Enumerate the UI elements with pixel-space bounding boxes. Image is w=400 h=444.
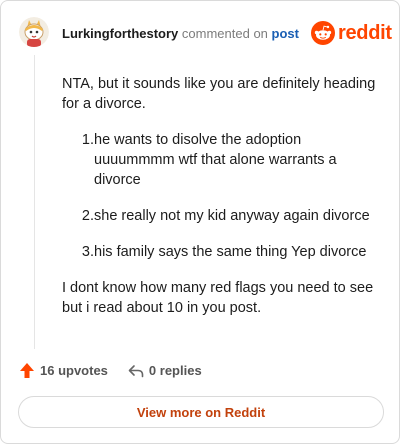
comment-list: 1. he wants to disolve the adoption uuuu…: [62, 130, 382, 262]
comment-body: NTA, but it sounds like you are definite…: [62, 74, 382, 318]
upvotes-count: 16 upvotes: [40, 363, 108, 378]
comment-header: Lurkingforthestory commented on post: [62, 26, 299, 41]
comment-intro: NTA, but it sounds like you are definite…: [62, 76, 376, 112]
replies-button[interactable]: 0 replies: [128, 363, 202, 378]
list-item: 3. his family says the same thing Yep di…: [62, 242, 382, 262]
comment-footer: 16 upvotes 0 replies: [19, 362, 202, 379]
user-avatar[interactable]: [19, 17, 49, 47]
upvote-arrow-icon: [20, 363, 34, 378]
list-item-number: 2.: [81, 208, 94, 224]
reddit-snoo-icon: [311, 21, 335, 45]
list-item-text: he wants to disolve the adoption uuuummm…: [94, 132, 337, 188]
post-link[interactable]: post: [272, 26, 299, 41]
list-item-text: his family says the same thing Yep divor…: [94, 244, 367, 260]
replies-count: 0 replies: [148, 363, 202, 378]
username-link[interactable]: Lurkingforthestory: [62, 26, 178, 41]
list-item: 2. she really not my kid anyway again di…: [62, 206, 382, 226]
thread-line: [34, 55, 35, 349]
list-item-number: 3.: [81, 244, 94, 260]
reply-arrow-icon: [128, 364, 144, 377]
commented-on-text: commented on: [181, 26, 268, 41]
view-more-button[interactable]: View more on Reddit: [18, 396, 384, 428]
comment-outro: I dont know how many red flags you need …: [62, 280, 374, 316]
reddit-logo[interactable]: reddit: [311, 21, 392, 45]
embedded-comment-card: Lurkingforthestory commented on post red…: [0, 0, 400, 444]
upvotes-button[interactable]: 16 upvotes: [19, 362, 108, 379]
list-item-text: she really not my kid anyway again divor…: [94, 208, 370, 224]
list-item-number: 1.: [81, 132, 94, 148]
list-item: 1. he wants to disolve the adoption uuuu…: [62, 130, 382, 190]
reddit-wordmark: reddit: [338, 22, 392, 44]
